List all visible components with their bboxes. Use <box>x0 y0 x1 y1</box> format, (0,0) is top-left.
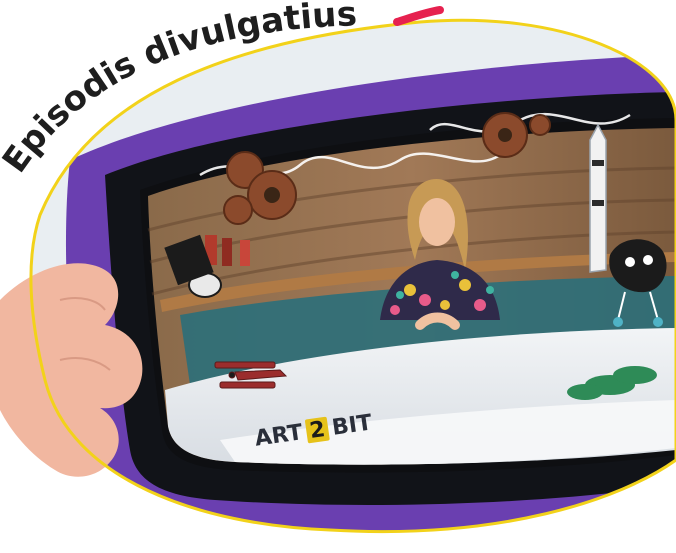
logo-right: BIT <box>330 409 374 441</box>
scene-illustration: Episodis divulgatius <box>0 0 676 534</box>
logo-left: ART <box>253 419 305 452</box>
photo-stage: Episodis divulgatius ART 2 BIT <box>0 0 676 553</box>
logo-middle: 2 <box>304 417 330 443</box>
rocket-model <box>589 123 607 273</box>
